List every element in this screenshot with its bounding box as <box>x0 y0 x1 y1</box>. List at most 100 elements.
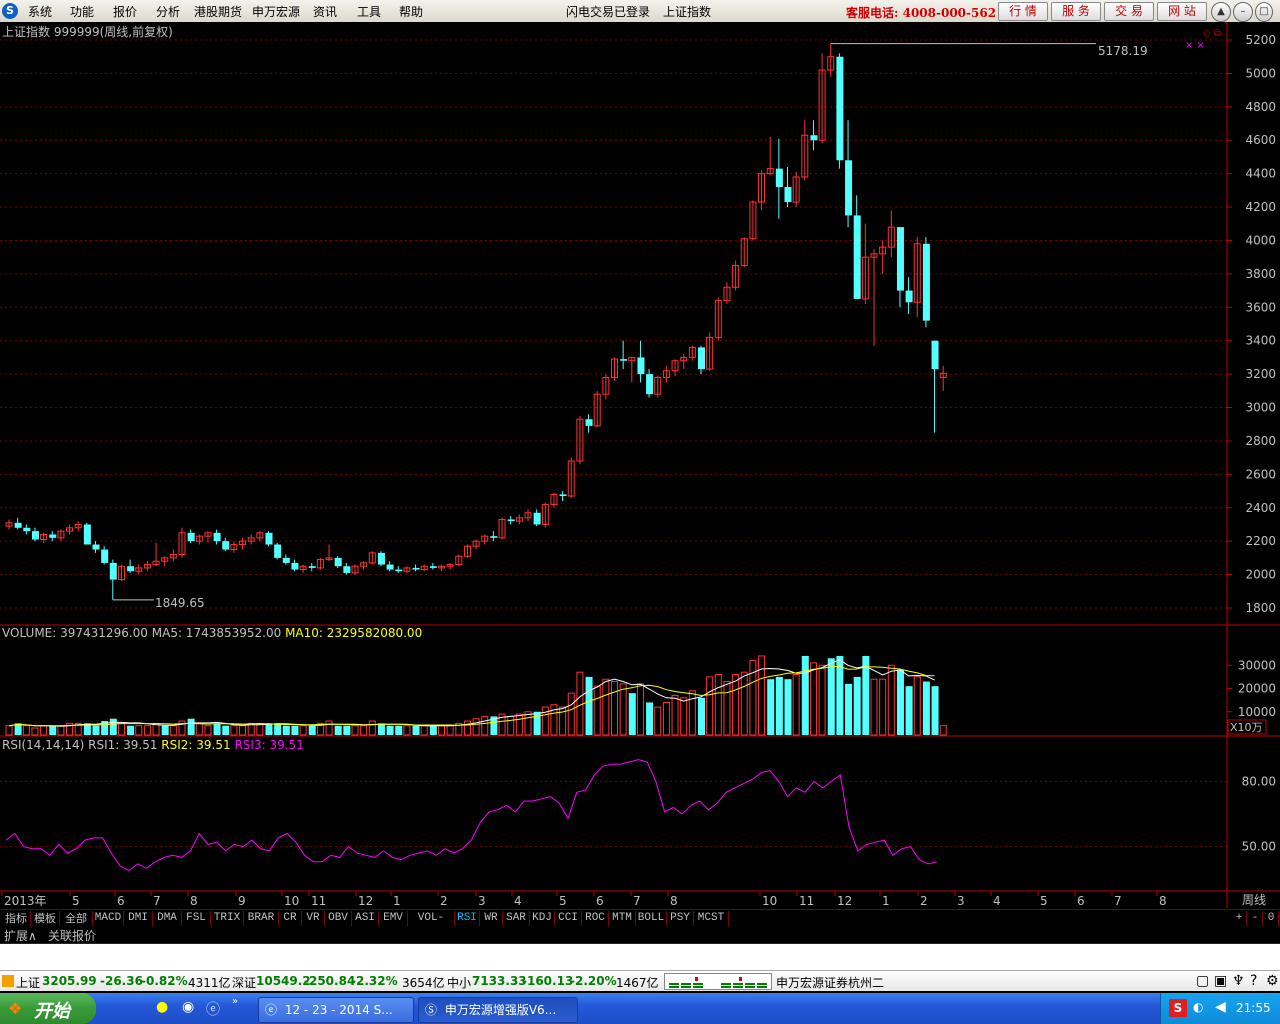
quicklaunch-ie-icon[interactable]: ⓔ <box>206 999 220 1019</box>
sh-price: 3205.99 <box>42 974 97 988</box>
start-button[interactable]: ❖ 开始 <box>0 993 96 1024</box>
quicklaunch-media-icon[interactable]: ● <box>156 999 168 1015</box>
candle-body <box>533 512 541 525</box>
menu-analysis[interactable]: 分析 <box>156 3 180 20</box>
x-tick-label: 2013年 <box>4 894 47 908</box>
x-tick-label: 2 <box>920 894 928 908</box>
candle-body <box>395 569 403 572</box>
x-tick-label: 8 <box>1159 894 1167 908</box>
settings-icon[interactable]: ⚙ <box>1266 973 1279 989</box>
tab-sar[interactable]: SAR <box>503 911 530 926</box>
sh-amount: 4311亿 <box>188 976 231 990</box>
candle-body <box>931 340 939 370</box>
menu-system[interactable]: 系统 <box>28 3 52 20</box>
menu-hk-futures[interactable]: 港股期货 <box>194 3 242 20</box>
tab-指标[interactable]: 指标 <box>2 911 31 926</box>
tab-trix[interactable]: TRIX <box>211 911 244 926</box>
lock-icon[interactable]: ▣ <box>1214 973 1227 989</box>
candle-body <box>282 557 290 563</box>
menu-bar: S 系统 功能 报价 分析 港股期货 申万宏源 资讯 工具 帮助 闪电交易已登录… <box>0 0 1280 23</box>
volume-bar <box>291 725 299 735</box>
menu-news[interactable]: 资讯 <box>313 3 337 20</box>
chart-area[interactable]: 5200 5000 4800 4600 4400 4200 4000 3800 3600 3400… <box>0 22 1280 908</box>
tray-app-icon[interactable]: ◐ <box>1193 1000 1203 1014</box>
restore-icon[interactable]: □ <box>1255 2 1273 22</box>
volume-bar <box>784 679 792 735</box>
tab-cci[interactable]: CCI <box>555 911 582 926</box>
tab-macd[interactable]: MACD <box>93 911 124 926</box>
service-button[interactable]: 服 务 <box>1051 2 1101 21</box>
up-arrow-icon[interactable]: ▲ <box>1211 2 1231 22</box>
tab-dma[interactable]: DMA <box>153 911 182 926</box>
tab-mcst[interactable]: MCST <box>694 911 729 926</box>
volume-tick-label: 10000 <box>1238 705 1276 719</box>
tab-asi[interactable]: ASI <box>352 911 379 926</box>
candle-body <box>896 227 904 291</box>
price-tick-label: 1800 <box>1245 601 1276 615</box>
zx-name: 中小 <box>447 976 472 990</box>
x-tick-label: 4 <box>993 894 1001 908</box>
high-price-label: 5178.19 <box>1098 44 1148 58</box>
tab-模板[interactable]: 模板 <box>31 911 60 926</box>
quicklaunch-browser-icon[interactable]: ◉ <box>182 999 194 1015</box>
tab-全部[interactable]: 全部 <box>60 911 93 926</box>
volume-unit-label: X10万 <box>1230 721 1263 734</box>
volume-bar <box>386 725 394 735</box>
menu-function[interactable]: 功能 <box>70 3 94 20</box>
x-tick-label: 10 <box>762 894 777 908</box>
close-markers-icon[interactable]: × × <box>1185 40 1205 51</box>
tab-fsl[interactable]: FSL <box>182 911 211 926</box>
tab-rsi[interactable]: RSI <box>455 911 480 926</box>
panel-options-icon[interactable]: ◇ ⧉ <box>1203 28 1221 39</box>
website-button[interactable]: 网 站 <box>1157 2 1207 21</box>
menu-swhy[interactable]: 申万宏源 <box>252 3 300 20</box>
taskbar-item-app[interactable]: Ⓢ 申万宏源增强版V6... <box>418 997 578 1023</box>
zoom-out-button[interactable]: - <box>1248 911 1263 926</box>
taskbar-item-browser[interactable]: ⓔ 12 - 23 - 2014 S... <box>258 997 414 1023</box>
tray-back-icon[interactable]: ◀ <box>1215 999 1226 1015</box>
tab-psy[interactable]: PSY <box>667 911 694 926</box>
x-tick-label: 7 <box>1114 894 1122 908</box>
broker-name: 申万宏源证券杭州二 <box>776 976 885 990</box>
candle-body <box>698 347 705 370</box>
reset-button[interactable]: 0 <box>1264 911 1279 926</box>
x-tick-label: 5 <box>559 894 567 908</box>
input-method-icon[interactable]: S <box>1169 999 1187 1017</box>
volume-bar <box>853 676 861 735</box>
volume-bar <box>282 725 290 735</box>
tab-vr[interactable]: VR <box>302 911 325 926</box>
tab-kdj[interactable]: KDJ <box>530 911 555 926</box>
related-quote-tab[interactable]: 关联报价 <box>48 927 96 944</box>
tab-dmi[interactable]: DMI <box>124 911 153 926</box>
menu-quote[interactable]: 报价 <box>113 3 137 20</box>
price-panel-title: 上证指数 999999(周线,前复权) <box>2 24 173 39</box>
tab-boll[interactable]: BOLL <box>636 911 667 926</box>
tab-brar[interactable]: BRAR <box>244 911 279 926</box>
candle-body <box>31 531 39 540</box>
tab-roc[interactable]: ROC <box>582 911 609 926</box>
expand-tab[interactable]: 扩展∧ <box>4 927 37 944</box>
price-tick-label: 2200 <box>1245 534 1276 548</box>
candle-body <box>620 359 628 361</box>
market-button[interactable]: 行 情 <box>998 2 1048 21</box>
x-tick-label: 12 <box>358 894 373 908</box>
tab-mtm[interactable]: MTM <box>609 911 636 926</box>
tab-wr[interactable]: WR <box>480 911 503 926</box>
x-tick-label: 12 <box>837 894 852 908</box>
help-icon[interactable]: ? <box>1250 973 1257 989</box>
minimize-icon[interactable]: – <box>1233 2 1253 22</box>
signal-icon[interactable]: ♆ <box>1232 973 1245 989</box>
menu-tools[interactable]: 工具 <box>357 3 381 20</box>
tab-cr[interactable]: CR <box>279 911 302 926</box>
zoom-in-button[interactable]: + <box>1232 911 1247 926</box>
tab-emv[interactable]: EMV <box>379 911 408 926</box>
message-icon[interactable]: ▢ <box>1196 973 1209 989</box>
quicklaunch-expand-icon[interactable]: » <box>232 996 238 1007</box>
tab-vol-tdx[interactable]: VOL-TDX <box>408 911 455 939</box>
trade-button[interactable]: 交 易 <box>1104 2 1154 21</box>
tab-obv[interactable]: OBV <box>325 911 352 926</box>
quote-icon[interactable] <box>2 975 14 987</box>
volume-bar <box>585 676 593 735</box>
clock[interactable]: 21:55 <box>1236 1001 1271 1015</box>
menu-help[interactable]: 帮助 <box>399 3 423 20</box>
